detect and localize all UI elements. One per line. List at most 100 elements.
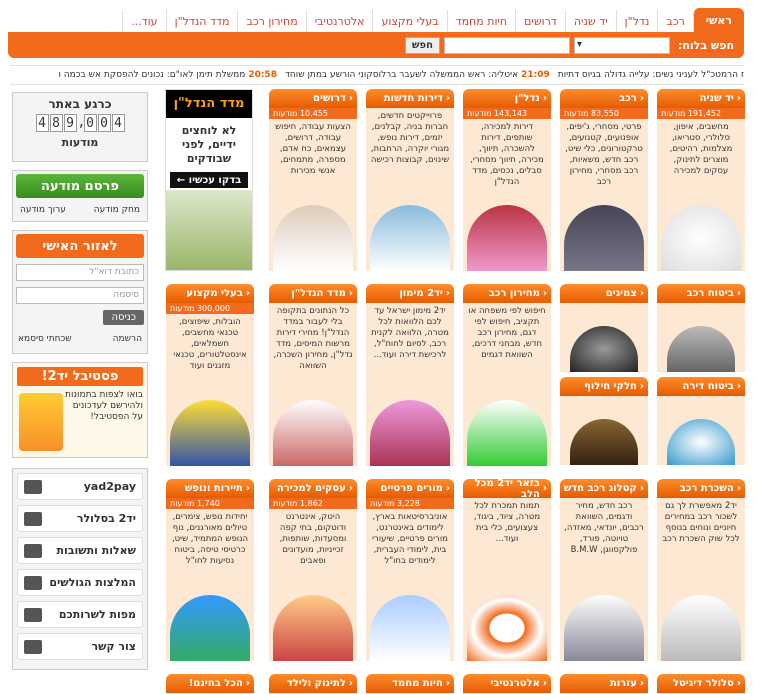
category-desc[interactable]: דירות למכירה, שותפים, דירות להשכרה, תיוו… bbox=[463, 119, 551, 199]
ticker-item[interactable]: איטליה: ראש הממשלה לשעבר ברלוסקוני הורשע… bbox=[285, 70, 518, 80]
category-help[interactable]: עזרות bbox=[560, 674, 648, 694]
category-title[interactable]: קטלוג רכב חדש bbox=[560, 479, 648, 498]
category-title[interactable]: צמיגים bbox=[560, 284, 648, 303]
category-alternative[interactable]: אלטרנטיבי bbox=[463, 674, 551, 694]
category-desc[interactable]: יחידות נופש, צימרים, טיולים מאורגנים, נו… bbox=[166, 509, 254, 589]
category-title[interactable]: אלטרנטיבי bbox=[463, 674, 551, 693]
realestate-index-promo[interactable]: מדד הנדל"ן לא לוחצים ידיים, לפני שבודקים… bbox=[165, 89, 253, 271]
category-title[interactable]: דרושים bbox=[269, 89, 357, 108]
category-title[interactable]: יד שניה bbox=[657, 89, 745, 108]
category-title[interactable]: חיות מחמד bbox=[366, 674, 454, 693]
category-title[interactable]: דירות חדשות bbox=[366, 89, 454, 108]
tab-professionals[interactable]: בעלי מקצוע bbox=[372, 10, 446, 32]
category-tires[interactable]: צמיגים bbox=[560, 284, 648, 372]
news-ticker[interactable]: ז הרמטכ"ל לעניני נשים: עלייה גדולה בגיוס… bbox=[10, 65, 744, 85]
menu-contact[interactable]: צור קשר bbox=[17, 633, 143, 660]
ticker-item[interactable]: ממשלת תימן לאו"ם: נכונים להפסקת אש בכמה … bbox=[58, 70, 245, 80]
category-jobs[interactable]: דרושים 10,455 מודעות הצעות עבודה, חיפוש … bbox=[269, 89, 357, 271]
password-field[interactable]: סיסמה bbox=[16, 287, 144, 304]
email-field[interactable]: כתובת דוא"ל bbox=[16, 264, 144, 281]
category-desc[interactable]: היטק, אינטרנט ודוטקום, בתי קפה ומסעדות, … bbox=[269, 509, 357, 589]
menu-mobile[interactable]: יד2 בסלולר bbox=[17, 505, 143, 532]
category-title[interactable]: לתינוק ולילד bbox=[269, 674, 357, 693]
category-realestate-index[interactable]: מדד הנדל"ן כל הנתונים בתקופה בלי לעבור ב… bbox=[269, 284, 357, 466]
category-tutors[interactable]: מורים פרטיים 3,228 מודעות אוניברסיטאות ב… bbox=[366, 479, 454, 661]
category-realestate[interactable]: נדל"ן 143,143 מודעות דירות למכירה, שותפי… bbox=[463, 89, 551, 271]
publish-ad-button[interactable]: פרסם מודעה bbox=[16, 174, 144, 198]
login-button[interactable]: כניסה bbox=[103, 310, 144, 325]
category-baby[interactable]: לתינוק ולילד bbox=[269, 674, 357, 694]
category-desc[interactable]: רכב חדש, מחיר ודגמים, השוואת רכבים, יונד… bbox=[560, 498, 648, 578]
tab-realestate-index[interactable]: מדד הנדל"ן bbox=[165, 10, 238, 32]
category-desc[interactable]: אוניברסיטאות בארץ, לימודים באינטרנט, מור… bbox=[366, 509, 454, 589]
category-new-car-catalog[interactable]: קטלוג רכב חדש רכב חדש, מחיר ודגמים, השוו… bbox=[560, 479, 648, 661]
category-bazaar[interactable]: בזאר יד2 מכל הלב תמות תמכרת לכל מטרה, צי… bbox=[463, 479, 551, 661]
category-title[interactable]: ביטוח דירה bbox=[657, 377, 745, 396]
tab-home[interactable]: ראשי bbox=[692, 8, 744, 32]
category-cars[interactable]: רכב 83,550 מודעות פרטי, מסחרי, ג'יפים, א… bbox=[560, 89, 648, 271]
category-spare-parts[interactable]: חלקי חילוף bbox=[560, 377, 648, 465]
menu-recommendations[interactable]: המלצות הגולשים bbox=[17, 569, 143, 596]
category-desc[interactable]: יד2 מאפשרת לך גם לשכור רכב במחירים חיוני… bbox=[657, 498, 745, 578]
category-title[interactable]: תיירות ונופש bbox=[166, 479, 254, 498]
category-title[interactable]: מורים פרטיים bbox=[366, 479, 454, 498]
menu-yad2pay[interactable]: yad2pay bbox=[17, 473, 143, 500]
promo-button[interactable]: בדקו עכשיו ← bbox=[170, 172, 248, 188]
category-title[interactable]: הכל בחינם! bbox=[166, 674, 254, 693]
category-title[interactable]: עזרות bbox=[560, 674, 648, 693]
ticker-item[interactable]: ז הרמטכ"ל לעניני נשים: עלייה גדולה בגיוס… bbox=[558, 70, 744, 80]
tab-realestate[interactable]: נדל"ן bbox=[615, 10, 658, 32]
category-free[interactable]: הכל בחינם! bbox=[166, 674, 254, 694]
search-button[interactable]: חפש bbox=[404, 36, 440, 54]
menu-maps[interactable]: מפות לשרותכם bbox=[17, 601, 143, 628]
category-desc[interactable]: הצעות עבודה, חיפוש עבודה, דרושים, עצמאים… bbox=[269, 119, 357, 199]
category-home-insurance[interactable]: ביטוח דירה bbox=[657, 377, 745, 465]
category-title[interactable]: חלקי חילוף bbox=[560, 377, 648, 396]
category-desc[interactable]: פרטי, מסחרי, ג'יפים, אופנועים, קטנועים, … bbox=[560, 119, 648, 199]
category-secondhand[interactable]: יד שניה 191,452 מודעות מחשבים, איפון, סל… bbox=[657, 89, 745, 271]
category-title[interactable]: ביטוח רכב bbox=[657, 284, 745, 303]
category-title[interactable]: מדד הנדל"ן bbox=[269, 284, 357, 303]
category-title[interactable]: מחירון רכב bbox=[463, 284, 551, 303]
category-business-sale[interactable]: עסקים למכירה 1,862 מודעות היטק, אינטרנט … bbox=[269, 479, 357, 661]
category-title[interactable]: השכרת רכב bbox=[657, 479, 745, 498]
category-title[interactable]: בזאר יד2 מכל הלב bbox=[463, 479, 551, 500]
category-pets[interactable]: חיות מחמד bbox=[366, 674, 454, 694]
category-new-apartments[interactable]: דירות חדשות פרוייקטים חדשים, חברות בניה,… bbox=[366, 89, 454, 271]
tab-jobs[interactable]: דרושים bbox=[515, 10, 565, 32]
category-title[interactable]: נדל"ן bbox=[463, 89, 551, 108]
personal-area-button[interactable]: לאזור האישי bbox=[16, 234, 144, 258]
festival-banner[interactable]: פסטיבל יד2! בואו לצפות בתמונות ולהירשם ל… bbox=[12, 362, 148, 458]
menu-faq[interactable]: שאלות ותשובות bbox=[17, 537, 143, 564]
category-car-rental[interactable]: השכרת רכב יד2 מאפשרת לך גם לשכור רכב במח… bbox=[657, 479, 745, 661]
tab-secondhand[interactable]: יד שניה bbox=[564, 10, 616, 32]
category-select[interactable] bbox=[573, 36, 670, 54]
category-title[interactable]: בעלי מקצוע bbox=[166, 284, 254, 303]
category-car-prices[interactable]: מחירון רכב חיפוש לפי משפחה או תקציב, חיפ… bbox=[463, 284, 551, 466]
tab-more[interactable]: עוד... bbox=[122, 10, 165, 32]
register-link[interactable]: הרשמה bbox=[113, 334, 142, 344]
category-desc[interactable]: תמות תמכרת לכל מטרה, ציוד, ביגוד, צעצועי… bbox=[463, 498, 551, 578]
category-title[interactable]: עסקים למכירה bbox=[269, 479, 357, 498]
delete-ad-link[interactable]: מחק מודעה bbox=[94, 205, 140, 215]
forgot-password-link[interactable]: שכחתי סיסמא bbox=[18, 334, 72, 344]
category-title[interactable]: רכב bbox=[560, 89, 648, 108]
category-title[interactable]: יד2 מימון bbox=[366, 284, 454, 303]
category-title[interactable]: סלולר דיגיטל bbox=[657, 674, 745, 693]
category-desc[interactable]: פרוייקטים חדשים, חברות בניה, קבלנים, יזמ… bbox=[366, 108, 454, 188]
tab-cars[interactable]: רכב bbox=[657, 10, 692, 32]
category-desc[interactable]: חיפוש לפי משפחה או תקציב, חיפוש לפי דגם,… bbox=[463, 303, 551, 383]
tab-pets[interactable]: חיות מחמד bbox=[446, 10, 516, 32]
category-tourism[interactable]: תיירות ונופש 1,740 מודעות יחידות נופש, צ… bbox=[166, 479, 254, 661]
category-mobile-digital[interactable]: סלולר דיגיטל bbox=[657, 674, 745, 694]
search-input[interactable] bbox=[443, 36, 570, 54]
tab-alternative[interactable]: אלטרנטיבי bbox=[305, 10, 373, 32]
category-desc[interactable]: כל הנתונים בתקופה בלי לעבור במדד הנדל"ן!… bbox=[269, 303, 357, 383]
category-car-insurance[interactable]: ביטוח רכב bbox=[657, 284, 745, 372]
category-desc[interactable]: הובלות, שיפוצים, טכנאי מחשבים, חשמלאים, … bbox=[166, 314, 254, 394]
category-yad2-finance[interactable]: יד2 מימון יד2 מימון ישראל עד לכם הלוואות… bbox=[366, 284, 454, 466]
category-professionals[interactable]: בעלי מקצוע 300,000 מודעות הובלות, שיפוצי… bbox=[166, 284, 254, 466]
tab-car-prices[interactable]: מחירון רכב bbox=[237, 10, 305, 32]
category-desc[interactable]: יד2 מימון ישראל עד לכם הלוואות לכל מטרה,… bbox=[366, 303, 454, 383]
edit-ad-link[interactable]: ערוך מודעה bbox=[20, 205, 66, 215]
